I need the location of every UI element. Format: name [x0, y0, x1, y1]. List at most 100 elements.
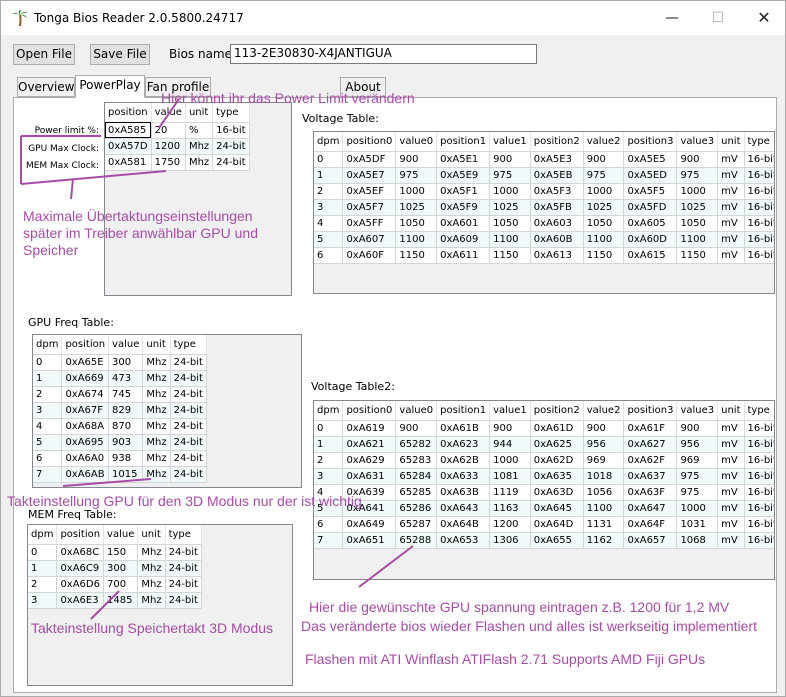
table-cell[interactable]: 16-bit — [744, 247, 774, 264]
table-cell[interactable]: 65282 — [395, 436, 438, 453]
table-cell[interactable]: 0xA651 — [342, 532, 397, 549]
column-header[interactable]: position — [61, 335, 110, 355]
table-cell[interactable]: 2 — [33, 386, 63, 403]
table-cell[interactable]: mV — [717, 500, 745, 517]
table-cell[interactable]: 0xA62D — [530, 452, 584, 469]
table-cell[interactable]: Mhz — [142, 370, 171, 387]
table-cell[interactable]: 3 — [314, 199, 344, 216]
table-cell[interactable]: 944 — [489, 436, 531, 453]
bios-name-field[interactable]: 113-2E30830-X4JANTIGUA — [230, 44, 537, 64]
table-row[interactable]: 6 0xA6A0 938 Mhz 24-bit — [33, 450, 207, 467]
table-cell[interactable]: 0xA607 — [342, 231, 397, 248]
column-header[interactable]: unit — [137, 525, 166, 545]
table-cell[interactable]: 1150 — [583, 247, 625, 264]
gpu-freq-table-grid[interactable]: dpm position value unit type 0 0xA65E 300 Mhz 24-… — [32, 334, 302, 488]
column-header[interactable]: position1 — [436, 132, 491, 152]
table-cell[interactable]: 6 — [314, 247, 344, 264]
table-cell[interactable]: 7 — [33, 466, 63, 483]
table-cell[interactable]: mV — [717, 516, 745, 533]
table-row[interactable]: 0 0xA68C 150 Mhz 24-bit — [28, 544, 202, 561]
table-row[interactable]: 0 0xA65E 300 Mhz 24-bit — [33, 354, 207, 371]
table-cell[interactable]: 900 — [676, 151, 719, 168]
column-header[interactable]: type — [170, 335, 207, 355]
table-cell[interactable]: 1025 — [676, 199, 719, 216]
table-cell[interactable]: 1150 — [676, 247, 719, 264]
table-cell[interactable]: 1131 — [583, 516, 625, 533]
table-cell[interactable]: 24-bit — [165, 576, 202, 593]
table-row[interactable]: 3 0xA6E3 1485 Mhz 24-bit — [28, 592, 202, 609]
table-cell[interactable]: 20 — [151, 122, 186, 139]
voltage-table2-grid[interactable]: dpm position0 value0 position1 value1 positio… — [313, 400, 775, 580]
table-cell[interactable]: mV — [717, 452, 745, 469]
maximize-button[interactable]: ☐ — [695, 5, 741, 31]
table-cell[interactable]: 1000 — [676, 500, 719, 517]
table-cell[interactable]: 1100 — [489, 231, 531, 248]
table-cell[interactable]: mV — [717, 436, 745, 453]
table-cell[interactable]: 0xA615 — [623, 247, 678, 264]
table-cell[interactable]: 0xA64F — [623, 516, 678, 533]
table-cell[interactable]: 24-bit — [170, 450, 207, 467]
table-cell[interactable]: 0xA60B — [530, 231, 584, 248]
table-cell[interactable]: 900 — [395, 420, 438, 437]
table-cell[interactable]: 0xA5ED — [623, 167, 678, 184]
table-cell[interactable]: 1100 — [395, 231, 438, 248]
column-header[interactable]: value1 — [489, 401, 531, 421]
table-cell[interactable]: 1050 — [676, 215, 719, 232]
table-cell[interactable]: 0xA62B — [436, 452, 491, 469]
column-header[interactable]: type — [744, 401, 774, 421]
table-cell[interactable]: 16-bit — [744, 436, 774, 453]
table-cell[interactable]: Mhz — [137, 544, 166, 561]
table-cell[interactable]: 0xA605 — [623, 215, 678, 232]
table-cell[interactable]: 900 — [395, 151, 438, 168]
table-cell[interactable]: 0 — [28, 544, 58, 561]
table-cell[interactable]: mV — [717, 468, 745, 485]
table-cell[interactable]: 0xA65E — [61, 354, 110, 371]
table-cell[interactable]: 16-bit — [744, 500, 774, 517]
table-row[interactable]: 7 0xA6AB 1015 Mhz 24-bit — [33, 466, 207, 483]
table-cell[interactable]: 1050 — [489, 215, 531, 232]
table-cell[interactable]: Mhz — [137, 592, 166, 609]
table-row[interactable]: 0 0xA5DF 900 0xA5E1 900 0xA5E3 900 0xA5E5 900 mV 1… — [314, 151, 774, 168]
table-cell[interactable]: 900 — [489, 420, 531, 437]
table-cell[interactable]: 1150 — [395, 247, 438, 264]
table-cell[interactable]: 16-bit — [212, 122, 250, 139]
table-cell[interactable]: 65287 — [395, 516, 438, 533]
table-cell[interactable]: 0xA6C9 — [56, 560, 105, 577]
table-cell[interactable]: 16-bit — [744, 151, 774, 168]
table-cell[interactable]: 24-bit — [212, 154, 250, 171]
table-row[interactable]: 4 0xA68A 870 Mhz 24-bit — [33, 418, 207, 435]
table-cell[interactable]: 975 — [676, 468, 719, 485]
table-cell[interactable]: 6 — [33, 450, 63, 467]
table-cell[interactable]: 1000 — [676, 183, 719, 200]
table-cell[interactable]: 1163 — [489, 500, 531, 517]
table-cell[interactable]: 6 — [314, 516, 344, 533]
table-cell[interactable]: mV — [717, 199, 745, 216]
table-cell[interactable]: 24-bit — [170, 370, 207, 387]
table-cell[interactable]: 1100 — [583, 231, 625, 248]
table-cell[interactable]: 0xA61D — [530, 420, 584, 437]
table-cell[interactable]: 0xA643 — [436, 500, 491, 517]
table-cell[interactable]: 1056 — [583, 484, 625, 501]
table-cell[interactable]: 0xA609 — [436, 231, 491, 248]
close-button[interactable]: ✕ — [741, 5, 785, 31]
table-cell[interactable]: 0 — [33, 354, 63, 371]
open-file-button[interactable]: Open File — [13, 44, 75, 65]
table-cell[interactable]: 24-bit — [212, 138, 250, 155]
table-cell[interactable]: 16-bit — [744, 532, 774, 549]
table-cell[interactable]: mV — [717, 167, 745, 184]
table-cell[interactable]: 0xA5E5 — [623, 151, 678, 168]
table-cell[interactable]: 0xA5F1 — [436, 183, 491, 200]
table-row[interactable]: 4 0xA5FF 1050 0xA601 1050 0xA603 1050 0xA605 105… — [314, 215, 774, 232]
table-cell[interactable]: mV — [717, 247, 745, 264]
table-cell[interactable]: 0xA5DF — [342, 151, 397, 168]
table-cell[interactable]: 0xA64D — [530, 516, 584, 533]
table-row[interactable]: 1 0xA669 473 Mhz 24-bit — [33, 370, 207, 387]
table-cell[interactable]: 975 — [583, 167, 625, 184]
table-cell[interactable]: 870 — [108, 418, 144, 435]
table-cell[interactable]: 1025 — [489, 199, 531, 216]
column-header[interactable]: dpm — [314, 132, 344, 152]
table-cell[interactable]: 900 — [583, 420, 625, 437]
table-cell[interactable]: 0xA63B — [436, 484, 491, 501]
table-cell[interactable]: 1068 — [676, 532, 719, 549]
table-cell[interactable]: 0xA5EB — [530, 167, 584, 184]
